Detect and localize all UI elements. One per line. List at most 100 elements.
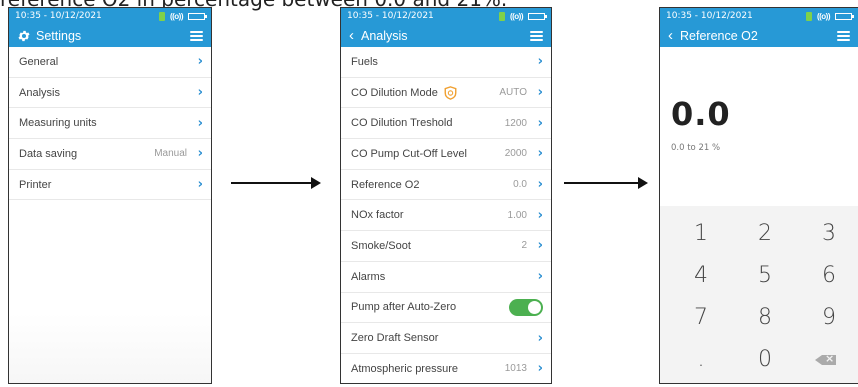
settings-screen: 10:35 - 10/12/2021 ((o)) Settings Genera… <box>8 7 212 384</box>
analysis-item-zero-draft[interactable]: Zero Draft Sensor › <box>341 323 551 354</box>
settings-item-label: Data saving <box>19 147 78 160</box>
key-0[interactable]: 0 <box>740 340 790 380</box>
flow-arrow <box>231 177 321 189</box>
chevron-right-icon: › <box>537 361 543 377</box>
gear-icon <box>18 30 30 41</box>
menu-icon[interactable] <box>530 30 543 41</box>
analysis-item-value: 1.00 <box>507 209 527 221</box>
analysis-item-reference-o2[interactable]: Reference O2 0.0 › <box>341 170 551 201</box>
key-9[interactable]: 9 <box>804 298 854 338</box>
analysis-item-atmospheric-pressure[interactable]: Atmospheric pressure 1013 › <box>341 354 551 383</box>
battery-icon <box>835 12 854 20</box>
key-8[interactable]: 8 <box>740 298 790 338</box>
flow-arrow <box>564 177 648 189</box>
analysis-header: ‹ Analysis <box>341 24 551 47</box>
settings-item-label: General <box>19 55 59 68</box>
chevron-right-icon: › <box>537 115 543 131</box>
chevron-right-icon: › <box>537 330 543 346</box>
pump-autozero-toggle[interactable] <box>509 298 543 316</box>
battery-icon <box>528 12 547 20</box>
analysis-screen: 10:35 - 10/12/2021 ((o)) ‹ Analysis Fuel… <box>340 7 552 384</box>
menu-icon[interactable] <box>837 30 850 41</box>
bluetooth-icon <box>805 11 812 21</box>
analysis-item-label: Zero Draft Sensor <box>351 332 439 345</box>
analysis-item-nox-factor[interactable]: NOx factor 1.00 › <box>341 200 551 232</box>
chevron-right-icon: › <box>537 238 543 254</box>
wifi-icon: ((o)) <box>169 11 184 21</box>
page-title: Reference O2 <box>680 28 758 43</box>
bluetooth-icon <box>158 11 165 21</box>
wifi-icon: ((o)) <box>509 11 524 21</box>
analysis-item-label: Alarms <box>351 270 386 283</box>
analysis-item-value: 1200 <box>504 117 527 129</box>
settings-item-label: Measuring units <box>19 117 97 130</box>
reference-header: ‹ Reference O2 <box>660 24 858 47</box>
analysis-item-fuels[interactable]: Fuels › <box>341 47 551 78</box>
settings-item-value: Manual <box>154 148 187 160</box>
back-chevron-icon[interactable]: ‹ <box>668 28 673 43</box>
analysis-item-alarms[interactable]: Alarms › <box>341 262 551 293</box>
bluetooth-icon <box>498 11 505 21</box>
chevron-right-icon: › <box>537 85 543 101</box>
settings-item-measuring-units[interactable]: Measuring units › <box>9 108 211 140</box>
analysis-item-co-pump-cutoff[interactable]: CO Pump Cut-Off Level 2000 › <box>341 139 551 170</box>
settings-item-data-saving[interactable]: Data saving Manual › <box>9 139 211 170</box>
settings-item-analysis[interactable]: Analysis › <box>9 78 211 109</box>
menu-icon[interactable] <box>190 30 203 41</box>
chevron-right-icon: › <box>537 207 543 223</box>
status-bar: 10:35 - 10/12/2021 ((o)) <box>660 8 858 24</box>
analysis-item-label: Atmospheric pressure <box>351 362 458 375</box>
reference-range-hint: 0.0 to 21 % <box>671 143 721 153</box>
key-decimal[interactable]: . <box>676 340 726 380</box>
status-time: 10:35 - 10/12/2021 <box>347 11 434 21</box>
wifi-icon: ((o)) <box>816 11 831 21</box>
key-5[interactable]: 5 <box>740 256 790 296</box>
status-bar: 10:35 - 10/12/2021 ((o)) <box>9 8 211 24</box>
chevron-right-icon: › <box>197 115 203 131</box>
chevron-right-icon: › <box>197 177 203 193</box>
settings-header: Settings <box>9 24 211 47</box>
analysis-item-label: Reference O2 <box>351 178 420 191</box>
analysis-item-value: 2 <box>521 240 527 252</box>
settings-item-general[interactable]: General › <box>9 47 211 78</box>
analysis-item-label: NOx factor <box>351 209 404 222</box>
analysis-item-co-dilution-mode[interactable]: CO Dilution Mode AUTO › <box>341 78 551 109</box>
key-2[interactable]: 2 <box>740 214 790 254</box>
chevron-right-icon: › <box>197 54 203 70</box>
numeric-keypad: 1 2 3 4 5 6 7 8 9 . 0 <box>660 206 858 383</box>
analysis-item-co-dilution-treshold[interactable]: CO Dilution Treshold 1200 › <box>341 108 551 140</box>
analysis-item-smoke-soot[interactable]: Smoke/Soot 2 › <box>341 231 551 262</box>
chevron-right-icon: › <box>537 54 543 70</box>
analysis-item-value: 1013 <box>504 363 527 375</box>
reference-o2-screen: 10:35 - 10/12/2021 ((o)) ‹ Reference O2 … <box>659 7 858 384</box>
analysis-item-value: 2000 <box>504 148 527 160</box>
analysis-item-pump-after-autozero: Pump after Auto-Zero <box>341 293 551 324</box>
status-time: 10:35 - 10/12/2021 <box>15 11 102 21</box>
analysis-item-label: Pump after Auto-Zero <box>351 301 457 314</box>
backspace-key[interactable] <box>804 340 854 380</box>
back-chevron-icon[interactable]: ‹ <box>349 28 354 43</box>
battery-icon <box>188 12 207 20</box>
analysis-item-label: CO Dilution Treshold <box>351 117 453 130</box>
backspace-icon <box>815 351 836 367</box>
key-7[interactable]: 7 <box>676 298 726 338</box>
chevron-right-icon: › <box>537 177 543 193</box>
co-shield-icon <box>444 85 457 100</box>
chevron-right-icon: › <box>537 269 543 285</box>
key-3[interactable]: 3 <box>804 214 854 254</box>
analysis-item-label: Smoke/Soot <box>351 239 411 252</box>
page-title: Settings <box>36 28 82 43</box>
settings-list: General › Analysis › Measuring units › D… <box>9 47 211 201</box>
analysis-item-value: AUTO <box>499 87 527 99</box>
analysis-list: Fuels › CO Dilution Mode AUTO › CO Dilut… <box>341 47 551 383</box>
status-time: 10:35 - 10/12/2021 <box>666 11 753 21</box>
key-4[interactable]: 4 <box>676 256 726 296</box>
analysis-item-label: CO Pump Cut-Off Level <box>351 147 467 160</box>
key-6[interactable]: 6 <box>804 256 854 296</box>
status-bar: 10:35 - 10/12/2021 ((o)) <box>341 8 551 24</box>
chevron-right-icon: › <box>197 85 203 101</box>
chevron-right-icon: › <box>537 146 543 162</box>
key-1[interactable]: 1 <box>676 214 726 254</box>
analysis-item-label: Fuels <box>351 55 378 68</box>
settings-item-printer[interactable]: Printer › <box>9 170 211 201</box>
